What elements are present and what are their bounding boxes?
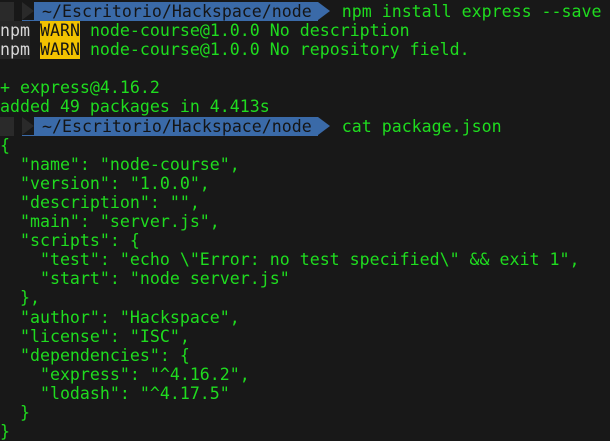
warning-message: node-course@1.0.0 No repository field.: [79, 40, 470, 60]
warning-line: npm WARN node-course@1.0.0 No descriptio…: [0, 21, 610, 41]
json-line: "version": "1.0.0",: [0, 173, 210, 193]
json-line: "lodash": "^4.17.5": [0, 383, 230, 403]
command: cat package.json: [341, 116, 502, 136]
json-output: { "name": "node-course", "version": "1.0…: [0, 136, 610, 441]
prompt-segment-status: [0, 116, 14, 136]
warn-badge: WARN: [39, 21, 80, 41]
output-line: added 49 packages in 4.413s: [0, 97, 270, 117]
warning-line: npm WARN node-course@1.0.0 No repository…: [0, 40, 610, 60]
warn-badge: WARN: [39, 40, 80, 60]
json-line: },: [0, 288, 40, 308]
prompt: ~/Escritorio/Hackspace/node: [0, 116, 330, 136]
json-line: "description": "",: [0, 192, 200, 212]
npm-prefix: npm: [0, 40, 30, 60]
json-line: {: [0, 135, 10, 155]
json-line: "test": "echo \"Error: no test specified…: [0, 250, 580, 270]
terminal[interactable]: ~/Escritorio/Hackspace/node npm install e…: [0, 0, 610, 441]
prompt-segment-status: [0, 2, 14, 21]
npm-prefix: npm: [0, 21, 30, 41]
prompt-path: ~/Escritorio/Hackspace/node: [22, 116, 330, 136]
json-line: "scripts": {: [0, 231, 140, 251]
prompt-path: ~/Escritorio/Hackspace/node: [22, 2, 330, 21]
json-line: "license": "ISC",: [0, 326, 190, 346]
prompt: ~/Escritorio/Hackspace/node: [0, 2, 330, 21]
prompt-line: ~/Escritorio/Hackspace/node npm install e…: [0, 2, 610, 21]
json-line: "name": "node-course",: [0, 154, 240, 174]
prompt-line: ~/Escritorio/Hackspace/node cat package.j…: [0, 116, 610, 136]
json-line: "author": "Hackspace",: [0, 307, 240, 327]
json-line: }: [0, 402, 30, 422]
json-line: "express": "^4.16.2",: [0, 364, 250, 384]
warning-message: node-course@1.0.0 No description: [79, 21, 410, 41]
json-line: }: [0, 422, 10, 441]
json-line: "dependencies": {: [0, 345, 190, 365]
json-line: "main": "server.js",: [0, 212, 220, 232]
command: npm install express --save: [341, 2, 602, 21]
json-line: "start": "node server.js": [0, 269, 290, 289]
output-line: + express@4.16.2: [0, 78, 160, 98]
